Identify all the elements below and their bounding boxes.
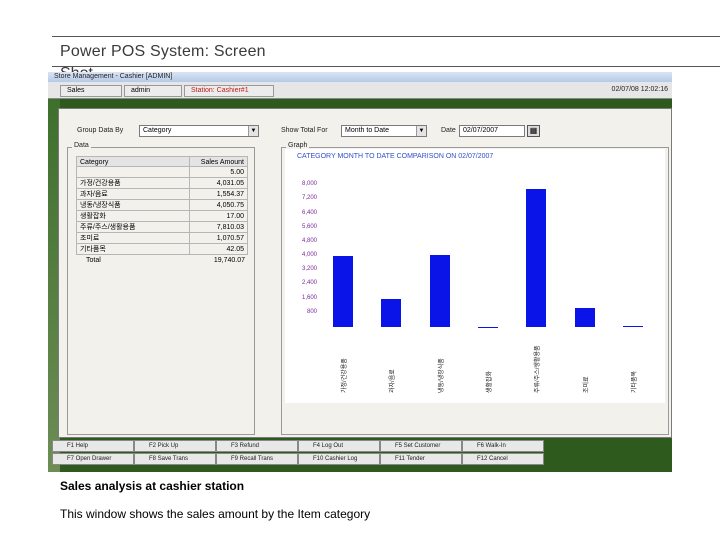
x-tick-label: 조미료 [583,376,590,393]
total-value: 19,740.07 [213,257,245,264]
function-key-button[interactable]: F5 Set Customer [380,440,462,452]
category-cell: 기타품목 [76,244,190,255]
chart-bar [622,326,643,328]
total-row: Total 19,740.07 [76,255,248,266]
y-tick-label: 2,400 [301,280,317,287]
slide-title-rule [52,66,720,67]
chevron-down-icon: ▼ [416,126,426,136]
caption-title: Sales analysis at cashier station [60,479,245,493]
date-value: 02/07/2007 [463,127,499,134]
table-row[interactable]: 과자/음료 1,554.37 [76,189,248,200]
table-row[interactable]: 생활잡화 17.00 [76,211,248,222]
chart-bar [381,299,402,327]
x-tick-label: 기타품목 [631,370,638,393]
y-tick-label: 4,800 [301,237,317,244]
x-tick-label: 생활잡화 [487,370,493,393]
y-tick-label: 7,200 [301,195,317,202]
category-cell: 가정/건강용품 [76,178,190,189]
sales-analysis-panel: Group Data By Category ▼ Show Total For … [58,108,672,438]
amount-cell: 17.00 [190,211,248,222]
grid-header: Category Sales Amount [76,156,248,167]
amount-cell: 42.05 [190,244,248,255]
category-cell: 냉동/냉장식품 [76,200,190,211]
category-cell [76,167,190,178]
function-key-button[interactable]: F1 Help [52,440,134,452]
chart-bar [574,308,595,327]
group-by-value: Category [143,127,172,134]
y-tick-label: 3,200 [301,266,317,273]
category-cell: 과자/음료 [76,189,190,200]
x-tick-label: 가정/건강용품 [342,358,349,393]
chevron-down-icon: ▼ [248,126,258,136]
group-by-label: Group Data By [77,127,124,134]
window-titlebar: Store Management - Cashier [ADMIN] [48,72,672,82]
category-cell: 생활잡화 [76,211,190,222]
function-key-button[interactable]: F12 Cancel [462,453,544,465]
function-key-button[interactable]: F6 Walk-In [462,440,544,452]
function-key-button[interactable]: F4 Log Out [298,440,380,452]
function-key-button[interactable]: F9 Recall Trans [216,453,298,465]
function-key-button[interactable]: F2 Pick Up [134,440,216,452]
sales-grid: Category Sales Amount 5.00 가정/건강용품 4,031… [76,156,248,266]
clock: 02/07/08 12:02:16 [611,86,668,93]
amount-cell: 1,070.57 [190,233,248,244]
table-row[interactable]: 주류/주스/생활용품 7,810.03 [76,222,248,233]
chart-bar [429,255,450,327]
tab-sales[interactable]: Sales [60,85,122,97]
total-label: Total [86,257,101,264]
function-key-button[interactable]: F7 Open Drawer [52,453,134,465]
graph-group-title: Graph [286,142,310,149]
tab-user[interactable]: admin [124,85,182,97]
data-group-title: Data [72,142,91,149]
tab-station[interactable]: Station: Cashier#1 [184,85,274,97]
group-by-select[interactable]: Category ▼ [139,125,259,137]
pos-screenshot: Store Management - Cashier [ADMIN] Sales… [48,72,672,472]
data-group: Data Category Sales Amount 5.00 가정/건강용품 … [67,142,255,435]
chart-bar [333,255,354,327]
table-row[interactable]: 가정/건강용품 4,031.05 [76,178,248,189]
caption-text: This window shows the sales amount by th… [60,507,371,521]
station-tabbar: Sales admin Station: Cashier#1 02/07/08 … [48,82,672,99]
slide-title: Power POS System: Screen [60,43,266,60]
amount-column-header[interactable]: Sales Amount [190,156,248,167]
amount-cell: 7,810.03 [190,222,248,233]
function-key-button[interactable]: F10 Cashier Log [298,453,380,465]
date-input[interactable]: 02/07/2007 [459,125,525,137]
amount-cell: 1,554.37 [190,189,248,200]
x-tick-label: 주류/주스/생활용품 [535,345,542,394]
chart-title: CATEGORY MONTH TO DATE COMPARISON ON 02/… [297,153,494,160]
y-tick-label: 800 [306,308,317,315]
category-cell: 조미료 [76,233,190,244]
date-label: Date [441,127,456,134]
y-tick-label: 8,000 [301,181,317,188]
x-tick-label: 과자/음료 [390,369,397,393]
table-row[interactable]: 기타품목 42.05 [76,244,248,255]
category-cell: 주류/주스/생활용품 [76,222,190,233]
function-key-button[interactable]: F11 Tender [380,453,462,465]
calendar-icon[interactable]: ▦ [527,125,540,137]
table-row[interactable]: 조미료 1,070.57 [76,233,248,244]
table-row[interactable]: 냉동/냉장식품 4,050.75 [76,200,248,211]
show-total-label: Show Total For [281,127,328,134]
category-column-header[interactable]: Category [76,156,190,167]
sales-bar-chart: CATEGORY MONTH TO DATE COMPARISON ON 02/… [285,149,665,403]
function-key-button[interactable]: F3 Refund [216,440,298,452]
y-tick-label: 1,600 [301,294,317,301]
amount-cell: 4,031.05 [190,178,248,189]
y-tick-label: 5,600 [301,223,317,230]
show-total-select[interactable]: Month to Date ▼ [341,125,427,137]
table-row[interactable]: 5.00 [76,167,248,178]
show-total-value: Month to Date [345,127,389,134]
chart-bar [526,188,547,327]
function-key-button[interactable]: F8 Save Trans [134,453,216,465]
chart-bar [478,326,498,328]
y-tick-label: 6,400 [301,209,317,216]
amount-cell: 4,050.75 [190,200,248,211]
y-tick-label: 4,000 [301,252,317,259]
x-tick-label: 냉동/냉장식품 [438,358,445,393]
slide-top-rule [52,36,720,37]
amount-cell: 5.00 [190,167,248,178]
